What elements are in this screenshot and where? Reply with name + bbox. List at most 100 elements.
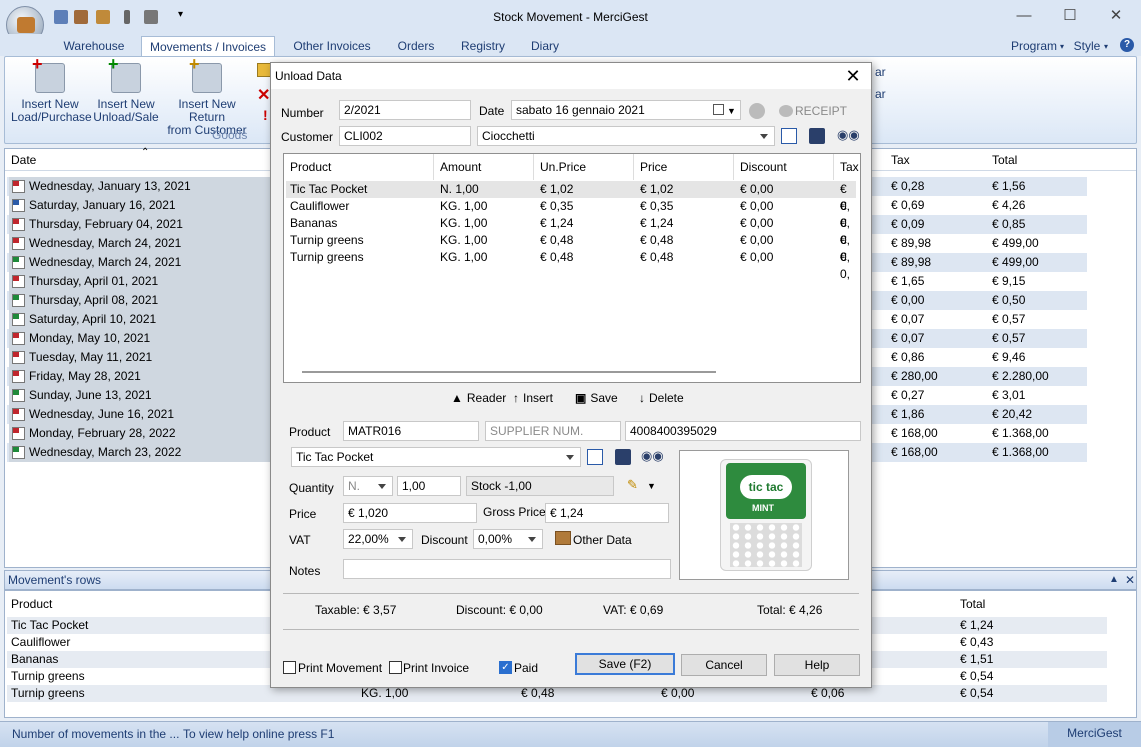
tab-registry[interactable]: Registry [454,36,512,56]
date-cell[interactable]: Thursday, April 08, 2021 [9,291,271,310]
insert-new-load-button[interactable]: + Insert New Load/Purchase [11,55,92,124]
date-cell[interactable]: Saturday, January 16, 2021 [9,196,271,215]
date-cell[interactable]: Saturday, April 10, 2021 [9,310,271,329]
column-header-total[interactable]: Total [992,153,1017,167]
insert-button[interactable]: ↑ Insert [513,391,553,405]
date-cell[interactable]: Thursday, February 04, 2021 [9,215,271,234]
receipt-icon[interactable] [779,105,793,117]
tab-movements-invoices[interactable]: Movements / Invoices [141,36,275,56]
date-picker[interactable]: sabato 16 gennaio 2021 [511,100,741,120]
help-icon[interactable]: ? [1120,38,1134,52]
date-cell[interactable]: Wednesday, March 23, 2022 [9,443,271,462]
column-header-tax[interactable]: Tax [834,154,860,180]
table-row[interactable]: Cauliflower KG. 1,00 € 0,35 € 0,35 € 0,00 € 0… [286,198,856,230]
customer-icon[interactable] [749,103,765,119]
number-field[interactable]: 2/2021 [339,100,471,120]
insert-new-return-button[interactable]: + Insert New Return from Customer [159,55,255,137]
movement-type-icon [12,199,25,212]
ribbon-partial-label[interactable]: ar [875,65,886,79]
price-field[interactable]: € 1,020 [343,503,477,523]
save-customer-icon[interactable] [809,128,825,144]
open-product-icon[interactable] [587,449,603,465]
column-header-total[interactable]: Total [960,597,985,611]
close-icon[interactable]: ✕ [843,63,863,89]
notes-field[interactable] [343,559,671,579]
tab-diary[interactable]: Diary [524,36,566,56]
product-code-field[interactable]: MATR016 [343,421,479,441]
barcode-field[interactable]: 4008400395029 [625,421,861,441]
style-menu[interactable]: Style [1070,36,1104,56]
save-row-button[interactable]: ▣ Save [575,391,618,405]
column-header-date[interactable]: Date [11,153,36,167]
save-button[interactable]: Save (F2) [575,653,675,675]
pin-icon[interactable]: ▲ [1109,571,1119,589]
date-cell[interactable]: Wednesday, March 24, 2021 [9,234,271,253]
panel-title: Movement's rows [8,573,101,587]
table-row[interactable]: Turnip greens KG. 1,00 € 0,48 € 0,48 € 0,00 €… [286,249,856,281]
minimize-icon[interactable]: — [1014,6,1034,26]
date-cell[interactable]: Wednesday, June 16, 2021 [9,405,271,424]
total-cell: € 9,46 [992,350,1026,364]
open-customer-icon[interactable] [781,128,797,144]
date-cell[interactable]: Monday, February 28, 2022 [9,424,271,443]
discount-select[interactable]: 0,00% [473,529,543,549]
close-icon[interactable]: ✕ [1125,571,1135,589]
date-cell[interactable]: Tuesday, May 11, 2021 [9,348,271,367]
customer-code-field[interactable]: CLI002 [339,126,471,146]
cancel-button[interactable]: Cancel [681,654,767,676]
folder-icon[interactable] [257,63,271,77]
maximize-icon[interactable]: ☐ [1060,6,1080,26]
unit-price-cell: € 0,48 [540,250,574,264]
supplier-number-field[interactable]: SUPPLIER NUM. [485,421,621,441]
date-cell[interactable]: Sunday, June 13, 2021 [9,386,271,405]
table-row[interactable]: Turnip greens KG. 1,00 € 0,48 € 0,48 € 0,00 €… [286,232,856,264]
chevron-down-icon[interactable]: ▼ [727,106,736,116]
tab-other-invoices[interactable]: Other Invoices [286,36,378,56]
date-cell[interactable]: Friday, May 28, 2021 [9,367,271,386]
ribbon-partial-label[interactable]: ar [875,87,886,101]
print-movement-checkbox[interactable] [283,661,296,674]
receipt-button[interactable]: RECEIPT [795,104,847,118]
date-label: Date [479,104,505,118]
reader-button[interactable]: ▲ Reader [451,391,506,405]
column-header-product[interactable]: Product [11,597,52,611]
date-cell[interactable]: Wednesday, March 24, 2021 [9,253,271,272]
binoculars-icon[interactable]: ◉◉ [837,127,860,143]
date-cell[interactable]: Thursday, April 01, 2021 [9,272,271,291]
other-data-button[interactable]: Other Data [573,533,632,547]
pencil-icon[interactable]: ✎ [627,477,638,493]
tab-orders[interactable]: Orders [389,36,443,56]
column-header-discount[interactable]: Discount [734,154,834,180]
quantity-field[interactable]: 1,00 [397,476,461,496]
horizontal-scrollbar[interactable] [302,371,716,373]
close-window-icon[interactable]: ✕ [1106,6,1126,26]
print-invoice-checkbox[interactable] [389,661,402,674]
column-header-price[interactable]: Price [634,154,734,180]
button-label: Insert New [97,97,155,111]
chevron-down-icon[interactable]: ▼ [647,481,656,491]
calendar-icon[interactable] [713,104,724,115]
save-product-icon[interactable] [615,449,631,465]
delete-row-button[interactable]: ↓ Delete [639,391,684,405]
date-cell[interactable]: Monday, May 10, 2021 [9,329,271,348]
tab-warehouse[interactable]: Warehouse [56,36,132,56]
delete-x-icon[interactable]: ✕ [257,85,270,105]
insert-new-unload-button[interactable]: + Insert New Unload/Sale [91,55,161,124]
product-name-select[interactable]: Tic Tac Pocket [291,447,581,467]
table-row[interactable]: Tic Tac Pocket N. 1,00 € 1,02 € 1,02 € 0,00 €… [286,181,856,213]
customer-name-select[interactable]: Ciocchetti [477,126,775,146]
help-button[interactable]: Help [774,654,860,676]
column-header-tax[interactable]: Tax [891,153,910,167]
column-header-product[interactable]: Product [284,154,434,180]
unit-select[interactable]: N. [343,476,393,496]
column-header-unit-price[interactable]: Un.Price [534,154,634,180]
table-row[interactable]: Bananas KG. 1,00 € 1,24 € 1,24 € 0,00 € 0, [286,215,856,247]
binoculars-icon[interactable]: ◉◉ [641,448,664,464]
gross-price-field[interactable]: € 1,24 [545,503,669,523]
vat-select[interactable]: 22,00% [343,529,413,549]
column-header-amount[interactable]: Amount [434,154,534,180]
program-menu[interactable]: Program [1011,36,1057,56]
paid-checkbox[interactable]: ✓ [499,661,512,674]
date-cell[interactable]: Wednesday, January 13, 2021 [9,177,271,196]
movement-type-icon [12,218,25,231]
